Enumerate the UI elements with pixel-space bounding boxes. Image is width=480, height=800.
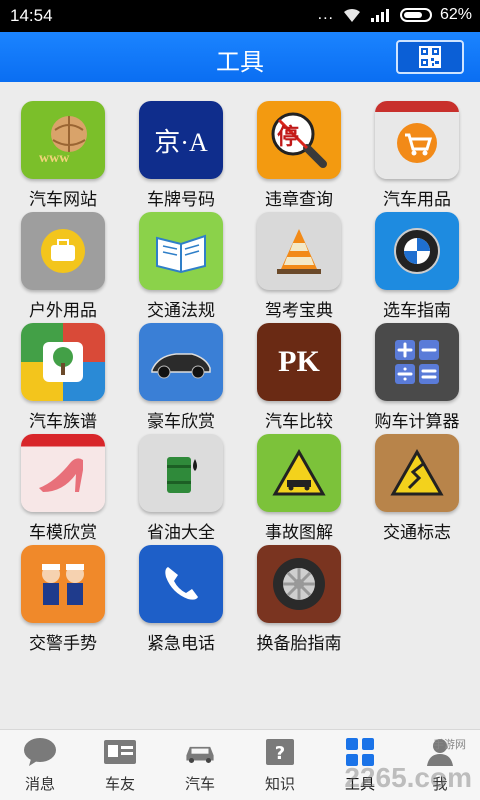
- oil-barrel-icon: [139, 434, 223, 512]
- accident-warning-icon: [257, 434, 341, 512]
- tab-label: 汽车: [184, 775, 215, 793]
- svg-text:www: www: [39, 151, 70, 166]
- id-card-icon: [103, 737, 137, 767]
- shopping-cart-icon: [375, 101, 459, 179]
- grid-tools-icon: [343, 737, 377, 767]
- winding-road-sign-icon: [375, 434, 459, 512]
- tool-traffic-signs[interactable]: 交通标志: [358, 428, 476, 543]
- qr-code-icon: [419, 46, 441, 68]
- tab-messages[interactable]: 消息: [0, 730, 80, 800]
- tool-fuel-saving[interactable]: 省油大全: [122, 428, 240, 543]
- bmw-logo-icon: [375, 212, 459, 290]
- open-book-icon: [139, 212, 223, 290]
- tool-police-gestures[interactable]: 交警手势: [4, 539, 122, 654]
- tab-label: 消息: [24, 775, 55, 793]
- tool-spare-tire-guide[interactable]: 换备胎指南: [240, 539, 358, 654]
- tab-knowledge[interactable]: ? 知识: [240, 730, 320, 800]
- tool-outdoor-gear[interactable]: 户外用品: [4, 206, 122, 321]
- calculator-icon: [375, 323, 459, 401]
- pk-icon: PK: [257, 323, 341, 401]
- high-heel-icon: [21, 434, 105, 512]
- tire-icon: [257, 545, 341, 623]
- tool-car-compare[interactable]: PK 汽车比较: [240, 317, 358, 432]
- tab-tools[interactable]: 工具: [320, 730, 400, 800]
- tool-accident-diagrams[interactable]: 事故图解: [240, 428, 358, 543]
- cell-signal-icon: [370, 9, 389, 22]
- battery-percent: 62%: [439, 6, 472, 23]
- status-icons: ... 62%: [318, 6, 472, 24]
- tool-driving-exam[interactable]: 驾考宝典: [240, 206, 358, 321]
- tool-purchase-calculator[interactable]: 购车计算器: [358, 317, 476, 432]
- question-book-icon: ?: [263, 737, 297, 767]
- car-icon: [183, 737, 217, 767]
- phone-icon: [139, 545, 223, 623]
- tab-label: 车友: [104, 775, 135, 793]
- bottom-tab-bar: 消息 车友 汽车 ? 知识 工具 我: [0, 729, 480, 800]
- status-bar: 14:54 ... 62%: [0, 0, 480, 32]
- no-parking-text: 停: [277, 125, 300, 150]
- pk-text: PK: [278, 345, 320, 378]
- tab-cars[interactable]: 汽车: [160, 730, 240, 800]
- tool-car-family-tree[interactable]: 汽车族谱: [4, 317, 122, 432]
- sports-car-icon: [139, 323, 223, 401]
- tool-luxury-cars[interactable]: 豪车欣赏: [122, 317, 240, 432]
- traffic-cone-icon: [257, 212, 341, 290]
- no-parking-magnifier-icon: 停: [257, 101, 341, 179]
- battery-icon: [399, 8, 432, 22]
- license-plate-icon: 京·A: [139, 101, 223, 179]
- tab-me[interactable]: 我: [400, 730, 480, 800]
- family-tree-icon: [21, 323, 105, 401]
- tool-emergency-calls[interactable]: 紧急电话: [122, 539, 240, 654]
- tab-label: 我: [432, 775, 448, 793]
- tool-car-supplies[interactable]: 汽车用品: [358, 95, 476, 210]
- app-header: 工具: [0, 32, 480, 82]
- status-time: 14:54: [10, 6, 53, 25]
- qr-scan-button[interactable]: [396, 40, 464, 74]
- tab-car-friends[interactable]: 车友: [80, 730, 160, 800]
- plate-text: 京·A: [154, 127, 208, 157]
- tool-car-models[interactable]: 车模欣赏: [4, 428, 122, 543]
- globe-www-icon: www: [21, 101, 105, 179]
- chat-bubble-icon: [23, 737, 57, 767]
- svg-text:?: ?: [275, 743, 285, 764]
- tool-label: 交通标志: [383, 523, 451, 543]
- signal-dots: ...: [317, 6, 334, 23]
- tool-label: 换备胎指南: [256, 634, 342, 654]
- tool-traffic-laws[interactable]: 交通法规: [122, 206, 240, 321]
- toolbox-icon: [21, 212, 105, 290]
- person-icon: [423, 737, 457, 767]
- tool-car-websites[interactable]: www 汽车网站: [4, 95, 122, 210]
- tab-label: 工具: [344, 775, 375, 793]
- tool-license-plate[interactable]: 京·A 车牌号码: [122, 95, 240, 210]
- tool-car-buying-guide[interactable]: 选车指南: [358, 206, 476, 321]
- traffic-police-icon: [21, 545, 105, 623]
- tool-violation-query[interactable]: 停 违章查询: [240, 95, 358, 210]
- tool-label: 交警手势: [29, 634, 97, 654]
- tool-label: 紧急电话: [147, 634, 215, 654]
- tab-label: 知识: [264, 775, 295, 793]
- wifi-icon: [343, 8, 360, 22]
